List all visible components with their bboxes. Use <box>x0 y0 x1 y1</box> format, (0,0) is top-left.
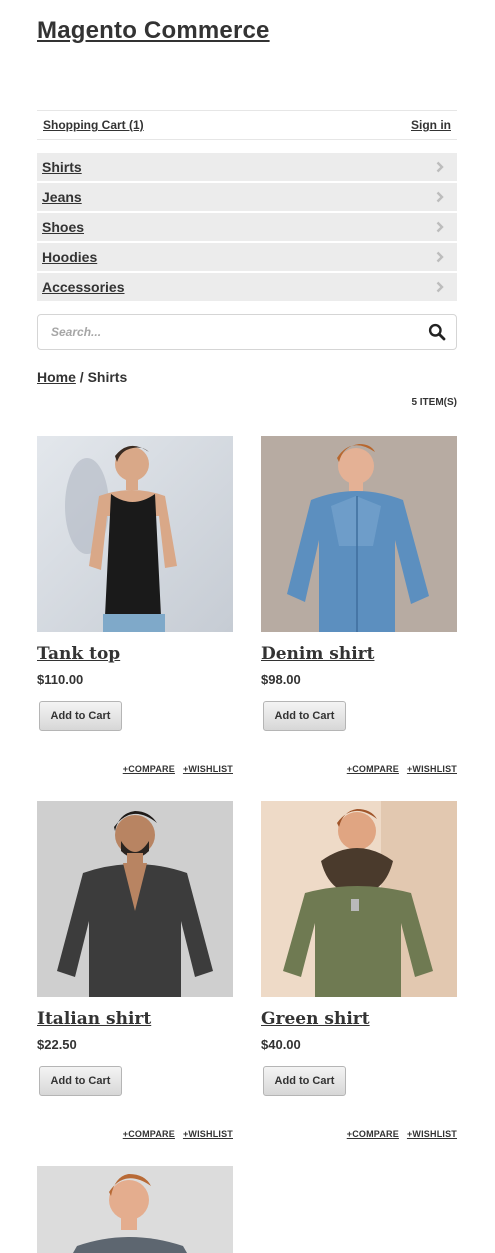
product-name[interactable]: Green shirt <box>261 1009 457 1029</box>
nav-item-label: Shoes <box>42 219 85 235</box>
chevron-right-icon <box>433 160 447 174</box>
item-count: 5 ITEM(S) <box>411 397 457 408</box>
product-card: Tank top $110.00 Add to Cart +COMPARE +WI… <box>37 436 233 774</box>
product-image[interactable] <box>37 801 233 997</box>
nav-item-shoes[interactable]: Shoes <box>37 213 457 241</box>
product-name[interactable]: Tank top <box>37 644 233 664</box>
add-to-cart-button[interactable]: Add to Cart <box>263 701 346 731</box>
product-links: +COMPARE +WISHLIST <box>37 764 233 774</box>
product-card <box>37 1166 233 1253</box>
nav-item-label: Shirts <box>42 159 82 175</box>
wishlist-link[interactable]: +WISHLIST <box>407 764 457 774</box>
site-title[interactable]: Magento Commerce <box>37 17 270 45</box>
shopping-cart-link[interactable]: Shopping Cart (1) <box>43 118 144 132</box>
product-image[interactable] <box>37 436 233 632</box>
product-price: $110.00 <box>37 672 84 687</box>
product-card: Denim shirt $98.00 Add to Cart +COMPARE +… <box>261 436 457 774</box>
wishlist-link[interactable]: +WISHLIST <box>183 1129 233 1139</box>
product-image[interactable] <box>37 1166 233 1253</box>
add-to-cart-button[interactable]: Add to Cart <box>39 701 122 731</box>
product-links: +COMPARE +WISHLIST <box>261 764 457 774</box>
sign-in-link[interactable]: Sign in <box>411 118 451 132</box>
wishlist-link[interactable]: +WISHLIST <box>183 764 233 774</box>
compare-link[interactable]: +COMPARE <box>123 1129 175 1139</box>
product-card: Green shirt $40.00 Add to Cart +COMPARE +… <box>261 801 457 1139</box>
chevron-right-icon <box>433 250 447 264</box>
wishlist-link[interactable]: +WISHLIST <box>407 1129 457 1139</box>
account-bar: Shopping Cart (1) Sign in <box>37 110 457 140</box>
nav-item-jeans[interactable]: Jeans <box>37 183 457 211</box>
nav-item-accessories[interactable]: Accessories <box>37 273 457 301</box>
category-nav: Shirts Jeans Shoes Hoodies Accessories <box>37 153 457 303</box>
search-input[interactable] <box>51 325 428 339</box>
chevron-right-icon <box>433 190 447 204</box>
product-price: $40.00 <box>261 1037 301 1052</box>
chevron-right-icon <box>433 280 447 294</box>
nav-item-label: Accessories <box>42 279 125 295</box>
nav-item-shirts[interactable]: Shirts <box>37 153 457 181</box>
search-icon[interactable] <box>428 323 446 341</box>
product-card: Italian shirt $22.50 Add to Cart +COMPAR… <box>37 801 233 1139</box>
add-to-cart-button[interactable]: Add to Cart <box>39 1066 122 1096</box>
compare-link[interactable]: +COMPARE <box>123 764 175 774</box>
product-name[interactable]: Denim shirt <box>261 644 457 664</box>
breadcrumb-current: Shirts <box>87 369 128 385</box>
product-image[interactable] <box>261 801 457 997</box>
breadcrumb-separator: / <box>79 369 84 385</box>
breadcrumb-home-link[interactable]: Home <box>37 369 76 385</box>
product-price: $22.50 <box>37 1037 77 1052</box>
nav-item-label: Hoodies <box>42 249 98 265</box>
nav-item-hoodies[interactable]: Hoodies <box>37 243 457 271</box>
breadcrumb: Home / Shirts <box>37 369 127 385</box>
compare-link[interactable]: +COMPARE <box>347 1129 399 1139</box>
product-image[interactable] <box>261 436 457 632</box>
compare-link[interactable]: +COMPARE <box>347 764 399 774</box>
product-name[interactable]: Italian shirt <box>37 1009 233 1029</box>
add-to-cart-button[interactable]: Add to Cart <box>263 1066 346 1096</box>
chevron-right-icon <box>433 220 447 234</box>
product-price: $98.00 <box>261 672 301 687</box>
nav-item-label: Jeans <box>42 189 82 205</box>
product-links: +COMPARE +WISHLIST <box>37 1129 233 1139</box>
product-links: +COMPARE +WISHLIST <box>261 1129 457 1139</box>
search-box <box>37 314 457 350</box>
